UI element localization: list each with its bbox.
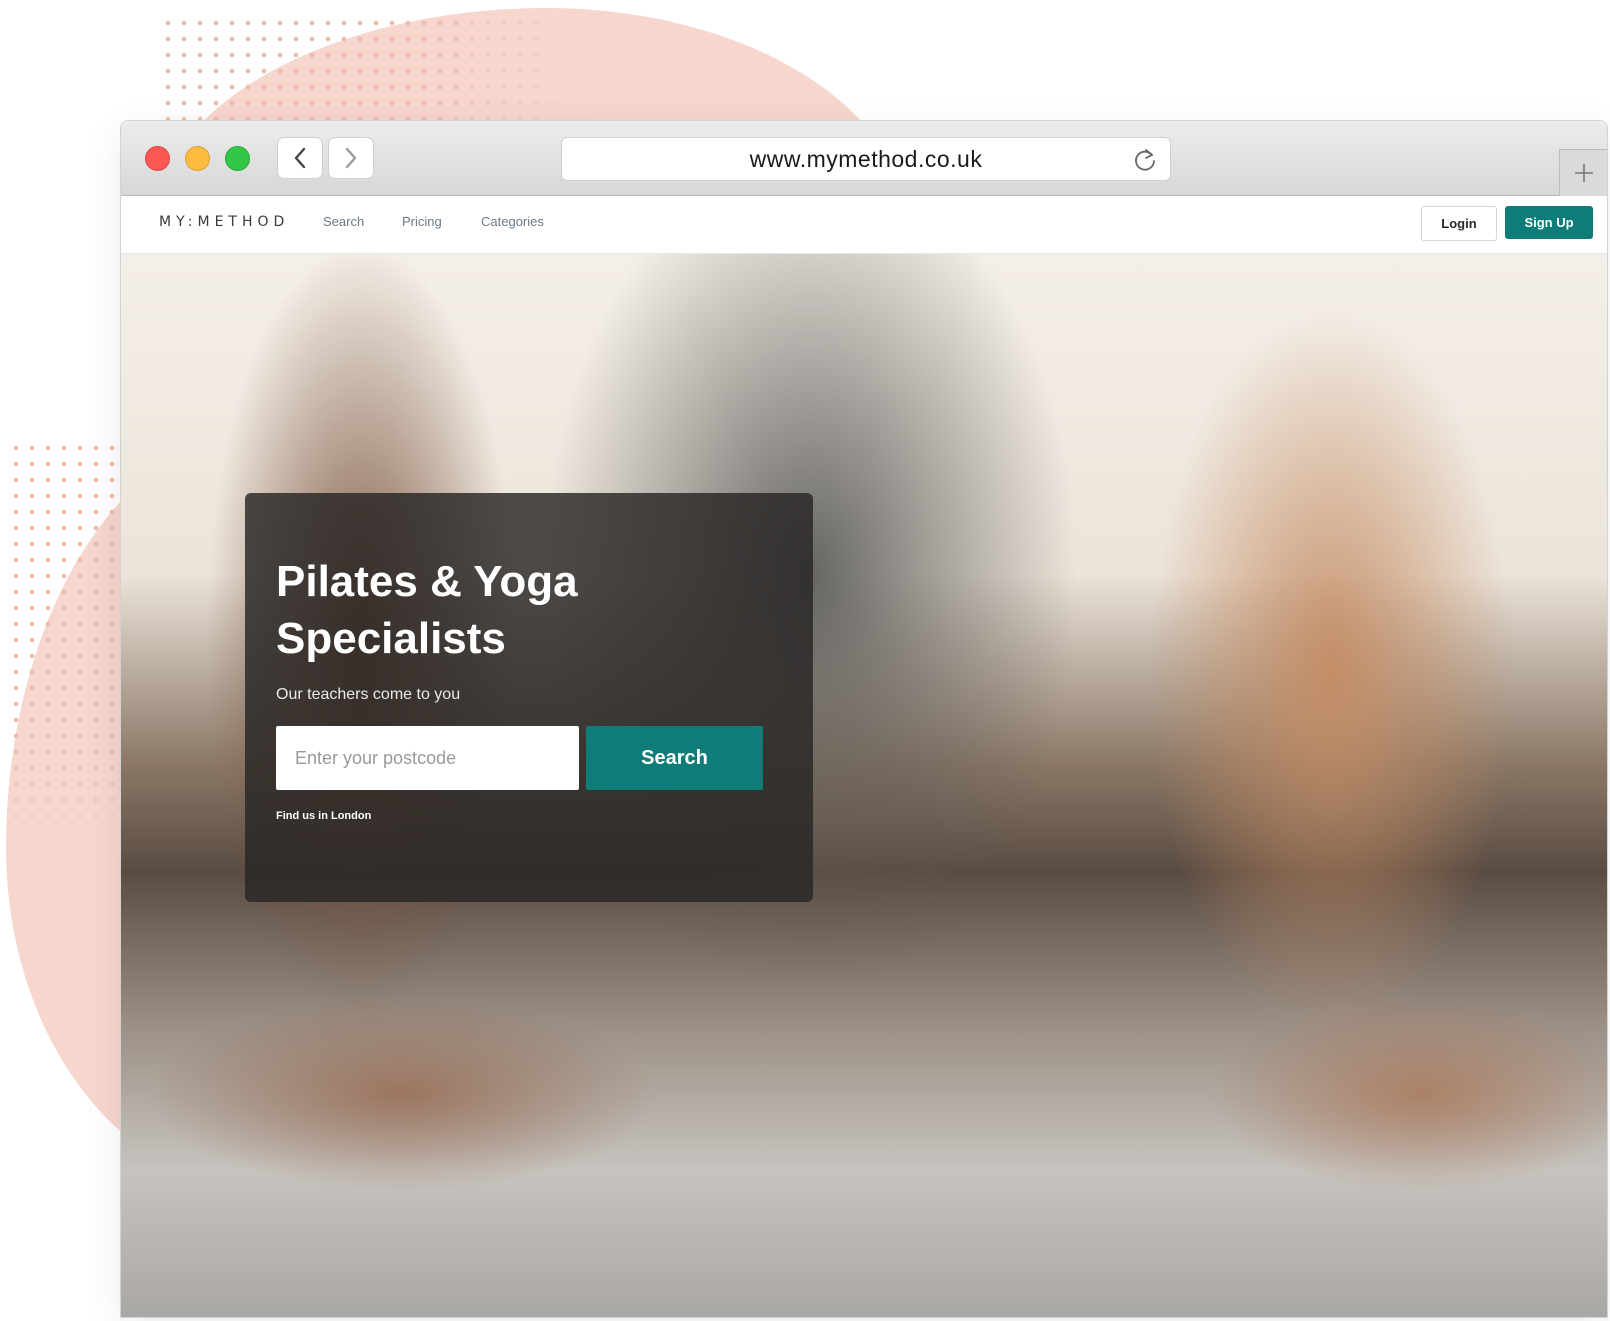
hero-section: Pilates & Yoga Specialists Our teachers … — [121, 254, 1607, 1317]
nav-link-categories[interactable]: Categories — [481, 214, 544, 229]
find-us-link[interactable]: Find us in London — [276, 810, 371, 822]
url-text: www.mymethod.co.uk — [749, 145, 983, 172]
chevron-left-icon — [294, 147, 306, 169]
login-button[interactable]: Login — [1421, 206, 1497, 241]
back-button[interactable] — [277, 137, 323, 179]
hero-title: Pilates & Yoga Specialists — [276, 557, 578, 663]
minimize-window-button[interactable] — [185, 146, 210, 171]
address-bar[interactable]: www.mymethod.co.uk — [561, 137, 1171, 181]
decorative-dots-top — [160, 15, 590, 125]
reload-icon[interactable] — [1132, 147, 1158, 173]
forward-button[interactable] — [328, 137, 374, 179]
new-tab-button[interactable] — [1559, 149, 1607, 197]
hero-search-card: Pilates & Yoga Specialists Our teachers … — [245, 493, 813, 902]
search-button[interactable]: Search — [586, 726, 763, 790]
browser-window: www.mymethod.co.uk MY:METHOD Search Pric… — [120, 120, 1608, 1318]
decorative-dots-left — [8, 440, 118, 860]
maximize-window-button[interactable] — [225, 146, 250, 171]
chevron-right-icon — [345, 147, 357, 169]
site-logo[interactable]: MY:METHOD — [159, 214, 289, 230]
hero-subtitle: Our teachers come to you — [276, 686, 461, 703]
plus-icon — [1574, 164, 1593, 182]
nav-link-search[interactable]: Search — [323, 214, 364, 229]
nav-link-pricing[interactable]: Pricing — [402, 214, 442, 229]
postcode-input[interactable] — [276, 726, 579, 790]
sign-up-button[interactable]: Sign Up — [1505, 206, 1593, 239]
browser-toolbar: www.mymethod.co.uk — [121, 121, 1607, 197]
site-header: MY:METHOD Search Pricing Categories Logi… — [121, 196, 1607, 254]
close-window-button[interactable] — [145, 146, 170, 171]
